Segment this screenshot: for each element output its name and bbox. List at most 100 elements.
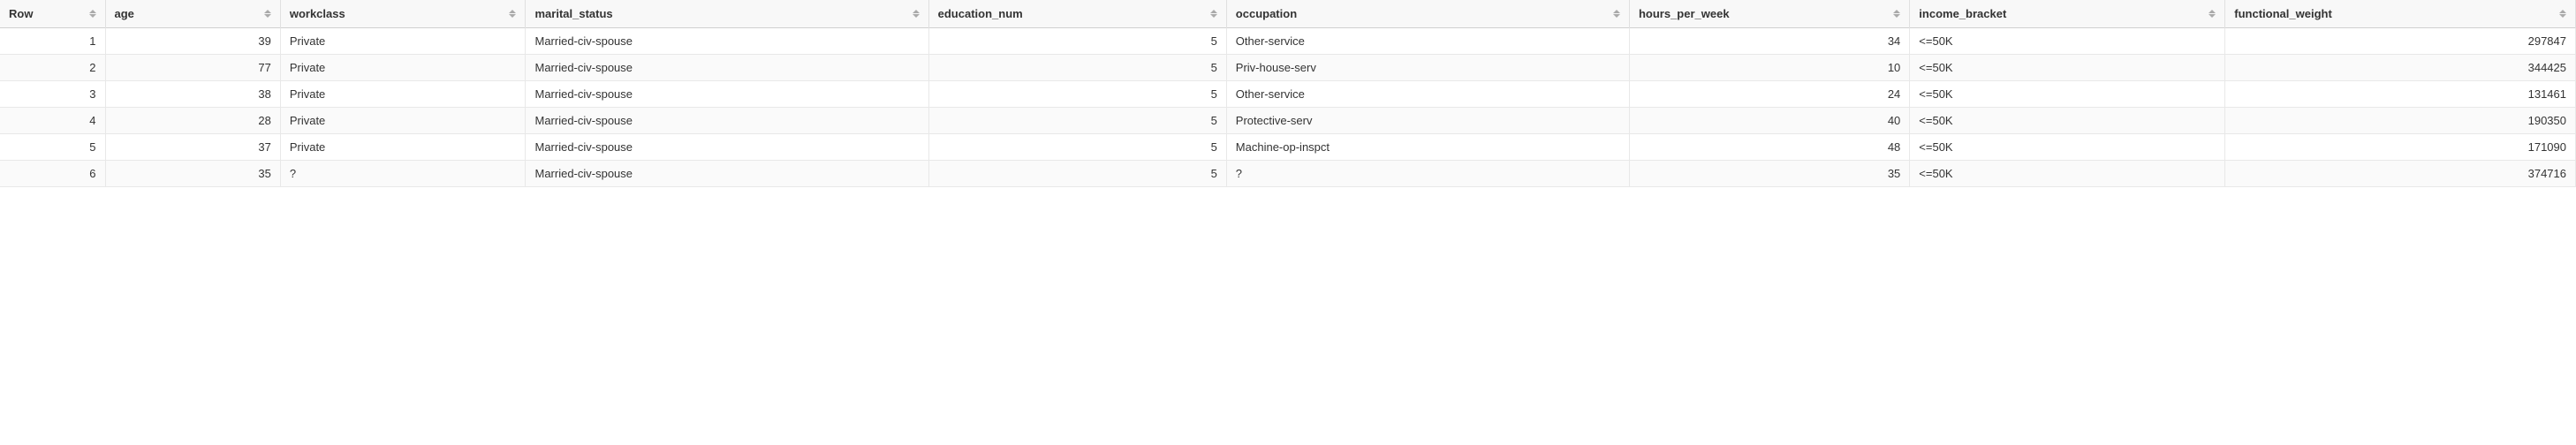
cell-workclass: ? [280,161,526,187]
sort-icon-functional_weight[interactable] [2559,10,2566,18]
cell-marital_status: Married-civ-spouse [526,161,928,187]
header-label-education_num: education_num [938,7,1206,20]
header-label-row: Row [9,7,85,20]
table-row: 338PrivateMarried-civ-spouse5Other-servi… [0,81,2576,108]
sort-icon-income_bracket[interactable] [2209,10,2216,18]
table-row: 428PrivateMarried-civ-spouse5Protective-… [0,108,2576,134]
cell-income_bracket: <=50K [1910,81,2225,108]
cell-row: 1 [0,28,105,55]
cell-marital_status: Married-civ-spouse [526,28,928,55]
cell-occupation: Priv-house-serv [1226,55,1629,81]
resize-handle-marital_status[interactable] [925,0,928,27]
cell-row: 4 [0,108,105,134]
cell-functional_weight: 171090 [2225,134,2576,161]
sort-icon-occupation[interactable] [1613,10,1620,18]
data-table: Row age workclass marital_status education_n… [0,0,2576,187]
table-row: 277PrivateMarried-civ-spouse5Priv-house-… [0,55,2576,81]
table-row: 139PrivateMarried-civ-spouse5Other-servi… [0,28,2576,55]
header-workclass[interactable]: workclass [280,0,526,28]
cell-hours_per_week: 24 [1629,81,1909,108]
cell-income_bracket: <=50K [1910,55,2225,81]
header-label-workclass: workclass [290,7,505,20]
header-label-functional_weight: functional_weight [2234,7,2555,20]
cell-functional_weight: 297847 [2225,28,2576,55]
cell-income_bracket: <=50K [1910,108,2225,134]
sort-icon-row[interactable] [89,10,96,18]
sort-icon-workclass[interactable] [509,10,516,18]
cell-age: 35 [105,161,280,187]
resize-handle-age[interactable] [277,0,280,27]
data-table-container: Row age workclass marital_status education_n… [0,0,2576,187]
header-education_num[interactable]: education_num [928,0,1226,28]
cell-education_num: 5 [928,55,1226,81]
cell-row: 6 [0,161,105,187]
header-label-hours_per_week: hours_per_week [1639,7,1889,20]
sort-icon-education_num[interactable] [1210,10,1217,18]
header-label-age: age [115,7,260,20]
cell-education_num: 5 [928,28,1226,55]
cell-hours_per_week: 10 [1629,55,1909,81]
resize-handle-income_bracket[interactable] [2221,0,2224,27]
cell-education_num: 5 [928,108,1226,134]
cell-occupation: Other-service [1226,28,1629,55]
cell-education_num: 5 [928,134,1226,161]
cell-marital_status: Married-civ-spouse [526,134,928,161]
cell-occupation: Other-service [1226,81,1629,108]
cell-occupation: Protective-serv [1226,108,1629,134]
header-label-marital_status: marital_status [534,7,907,20]
cell-age: 39 [105,28,280,55]
cell-income_bracket: <=50K [1910,28,2225,55]
cell-row: 3 [0,81,105,108]
header-marital_status[interactable]: marital_status [526,0,928,28]
header-age[interactable]: age [105,0,280,28]
cell-workclass: Private [280,81,526,108]
resize-handle-functional_weight[interactable] [2572,0,2575,27]
table-row: 635?Married-civ-spouse5?35<=50K374716 [0,161,2576,187]
cell-marital_status: Married-civ-spouse [526,55,928,81]
cell-age: 28 [105,108,280,134]
header-row[interactable]: Row [0,0,105,28]
cell-education_num: 5 [928,161,1226,187]
cell-row: 2 [0,55,105,81]
cell-marital_status: Married-civ-spouse [526,108,928,134]
cell-marital_status: Married-civ-spouse [526,81,928,108]
cell-occupation: Machine-op-inspct [1226,134,1629,161]
cell-age: 38 [105,81,280,108]
cell-workclass: Private [280,55,526,81]
header-occupation[interactable]: occupation [1226,0,1629,28]
cell-hours_per_week: 40 [1629,108,1909,134]
resize-handle-hours_per_week[interactable] [1905,0,1909,27]
cell-functional_weight: 131461 [2225,81,2576,108]
cell-income_bracket: <=50K [1910,134,2225,161]
sort-icon-age[interactable] [264,10,271,18]
cell-income_bracket: <=50K [1910,161,2225,187]
resize-handle-occupation[interactable] [1625,0,1629,27]
cell-occupation: ? [1226,161,1629,187]
cell-age: 77 [105,55,280,81]
cell-workclass: Private [280,108,526,134]
cell-row: 5 [0,134,105,161]
resize-handle-row[interactable] [102,0,105,27]
table-header-row: Row age workclass marital_status education_n… [0,0,2576,28]
header-functional_weight[interactable]: functional_weight [2225,0,2576,28]
cell-functional_weight: 374716 [2225,161,2576,187]
header-label-income_bracket: income_bracket [1919,7,2204,20]
header-income_bracket[interactable]: income_bracket [1910,0,2225,28]
cell-education_num: 5 [928,81,1226,108]
table-body: 139PrivateMarried-civ-spouse5Other-servi… [0,28,2576,187]
cell-functional_weight: 190350 [2225,108,2576,134]
cell-functional_weight: 344425 [2225,55,2576,81]
cell-hours_per_week: 35 [1629,161,1909,187]
resize-handle-workclass[interactable] [521,0,525,27]
sort-icon-hours_per_week[interactable] [1893,10,1900,18]
cell-age: 37 [105,134,280,161]
header-hours_per_week[interactable]: hours_per_week [1629,0,1909,28]
table-row: 537PrivateMarried-civ-spouse5Machine-op-… [0,134,2576,161]
resize-handle-education_num[interactable] [1223,0,1226,27]
sort-icon-marital_status[interactable] [913,10,920,18]
cell-workclass: Private [280,28,526,55]
header-label-occupation: occupation [1236,7,1609,20]
cell-workclass: Private [280,134,526,161]
cell-hours_per_week: 48 [1629,134,1909,161]
cell-hours_per_week: 34 [1629,28,1909,55]
